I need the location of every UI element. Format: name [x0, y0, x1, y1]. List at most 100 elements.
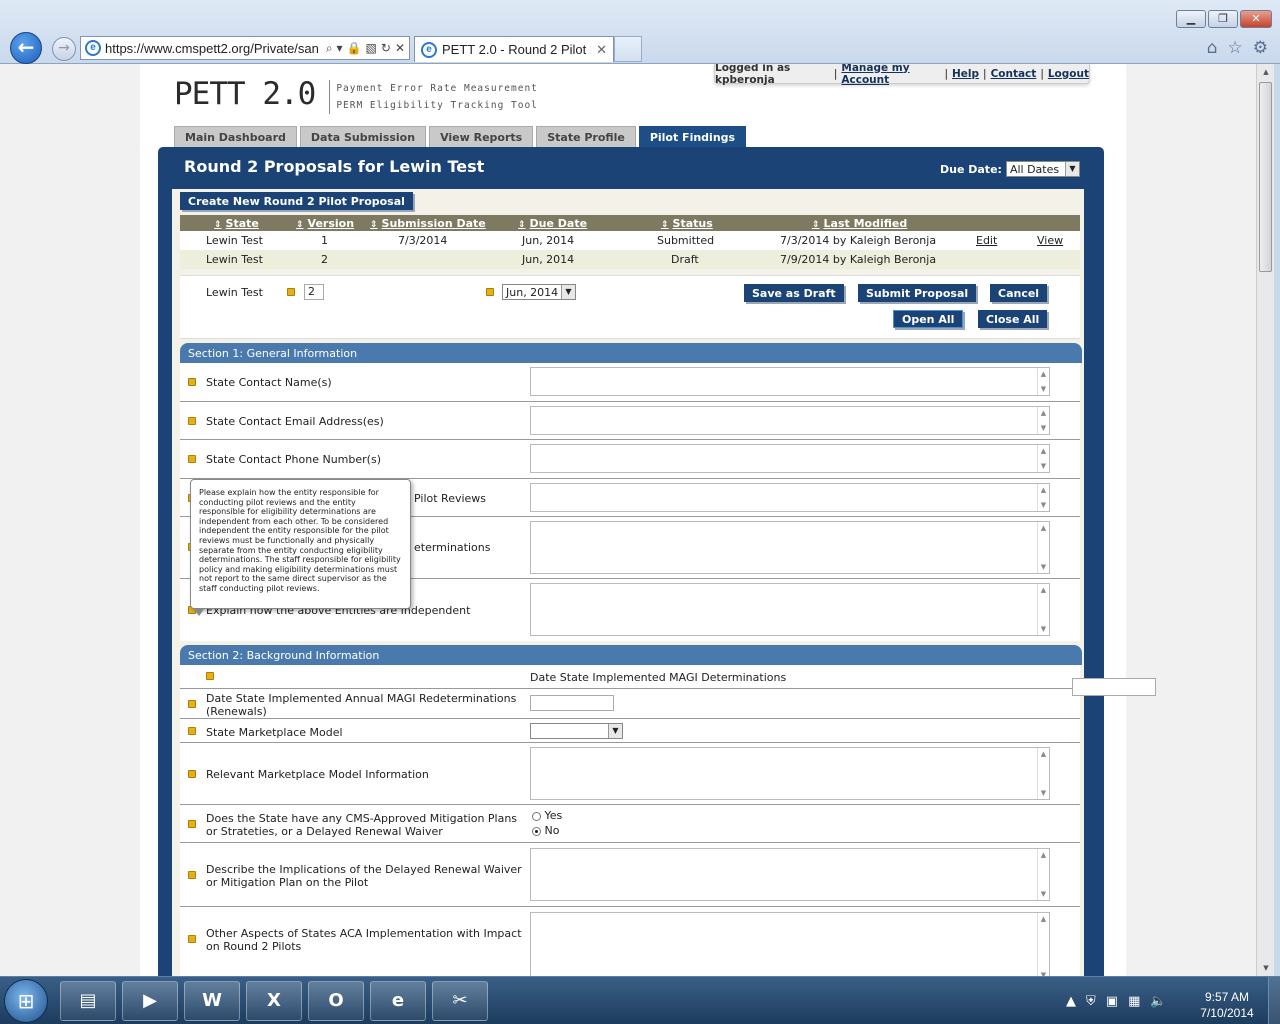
security-shield-icon[interactable]: ⛨ [1086, 994, 1096, 1009]
sort-icon[interactable]: ⇕ [812, 220, 820, 230]
favorites-star-icon[interactable]: ☆ [1228, 38, 1243, 58]
radio-no-option[interactable]: No [532, 824, 559, 837]
sort-icon[interactable]: ⇕ [370, 220, 378, 230]
refresh-icon[interactable]: ↻ [381, 41, 391, 56]
contact-link[interactable]: Contact [991, 68, 1037, 80]
col-status-label[interactable]: Status [673, 217, 713, 230]
scrollbar[interactable]: ▲ ▼ [1037, 484, 1049, 511]
col-last-modified[interactable]: ⇕ Last Modified [812, 217, 907, 230]
submit-proposal-button[interactable]: Submit Proposal [858, 284, 977, 302]
tab-main-dashboard[interactable]: Main Dashboard [174, 126, 297, 148]
radio-yes[interactable] [532, 811, 541, 821]
tab-close-icon[interactable]: ✕ [596, 42, 613, 58]
excel-icon[interactable]: X [246, 981, 302, 1021]
scroll-up-icon[interactable]: ▲ [1257, 64, 1275, 80]
determinations-textarea[interactable]: ▲ ▼ [530, 521, 1050, 574]
sort-icon[interactable]: ⇕ [518, 220, 526, 230]
show-hidden-icons-icon[interactable]: ▲ [1066, 994, 1076, 1009]
view-link-text[interactable]: View [1037, 234, 1063, 247]
cancel-button[interactable]: Cancel [990, 284, 1048, 302]
tab-view-reports[interactable]: View Reports [429, 126, 534, 148]
volume-icon[interactable]: 🔈 [1150, 994, 1166, 1009]
address-url[interactable]: https://www.cmspett2.org/Private/san [105, 41, 322, 56]
sort-icon[interactable]: ⇕ [214, 220, 222, 230]
scrollbar[interactable]: ▲ ▼ [1037, 522, 1049, 573]
scrollbar[interactable]: ▲ ▼ [1037, 407, 1049, 434]
col-modified-label[interactable]: Last Modified [824, 217, 908, 230]
help-link[interactable]: Help [952, 68, 979, 80]
logout-link[interactable]: Logout [1048, 68, 1089, 80]
sort-icon[interactable]: ⇕ [296, 220, 304, 230]
annual-redet-date-input[interactable] [530, 695, 614, 711]
col-due-label[interactable]: Due Date [530, 217, 588, 230]
edit-link[interactable]: Edit [976, 234, 997, 247]
other-aspects-textarea[interactable]: ▲ ▼ [530, 912, 1050, 976]
tab-data-submission[interactable]: Data Submission [299, 126, 427, 148]
contact-email-textarea[interactable]: ▲ ▼ [530, 406, 1050, 435]
new-tab-button[interactable] [614, 36, 642, 62]
manage-account-link[interactable]: Manage my Account [841, 64, 940, 86]
view-link[interactable]: View [1037, 234, 1063, 247]
scrollbar[interactable]: ▲ ▼ [1037, 584, 1049, 635]
internet-explorer-icon[interactable]: e [370, 981, 426, 1021]
marketplace-info-textarea[interactable]: ▲ ▼ [530, 747, 1050, 800]
home-icon[interactable]: ⌂ [1207, 38, 1218, 58]
section-1-header[interactable]: Section 1: General Information [180, 343, 1082, 363]
dropdown-icon[interactable]: ▾ [337, 41, 343, 56]
scrollbar[interactable]: ▲ ▼ [1037, 368, 1049, 395]
section-2-header[interactable]: Section 2: Background Information [180, 645, 1082, 665]
snipping-tool-icon[interactable]: ✂ [432, 981, 488, 1021]
col-version-label[interactable]: Version [308, 217, 355, 230]
open-all-button[interactable]: Open All [893, 310, 964, 328]
minimize-button[interactable]: ▁ [1176, 10, 1206, 28]
network-icon[interactable]: ▦ [1128, 994, 1140, 1009]
radio-yes-option[interactable]: Yes [532, 809, 562, 822]
col-status[interactable]: ⇕ Status [661, 217, 713, 230]
scrollbar[interactable]: ▲ ▼ [1037, 748, 1049, 799]
folder-icon[interactable]: ▤ [60, 981, 116, 1021]
tab-pilot-findings[interactable]: Pilot Findings [638, 126, 747, 148]
col-version[interactable]: ⇕ Version [296, 217, 354, 230]
chevron-down-icon[interactable]: ▼ [608, 724, 622, 738]
due-date-select[interactable]: All Dates ▼ [1005, 161, 1080, 177]
marketplace-model-select[interactable]: ▼ [530, 723, 623, 739]
col-state-label[interactable]: State [226, 217, 259, 230]
pilot-reviews-textarea[interactable]: ▲ ▼ [530, 483, 1050, 512]
gear-icon[interactable]: ⚙ [1253, 38, 1268, 58]
contact-phone-textarea[interactable]: ▲ ▼ [530, 444, 1050, 473]
word-icon[interactable]: W [184, 981, 240, 1021]
version-input[interactable]: 2 [304, 284, 324, 300]
editor-due-select[interactable]: Jun, 2014 ▼ [502, 284, 576, 300]
scroll-thumb[interactable] [1259, 82, 1272, 272]
tab-title[interactable]: PETT 2.0 - Round 2 Pilot Pr... [442, 42, 591, 57]
stop-icon[interactable]: ✕ [395, 41, 405, 56]
search-icon[interactable]: ⌕ [326, 41, 333, 56]
windows-start-icon[interactable]: ⊞ [4, 979, 48, 1023]
col-state[interactable]: ⇕ State [214, 217, 259, 230]
col-submission-label[interactable]: Submission Date [382, 217, 486, 230]
browser-tab[interactable]: e PETT 2.0 - Round 2 Pilot Pr... ✕ [414, 36, 614, 62]
sort-icon[interactable]: ⇕ [661, 220, 669, 230]
save-draft-button[interactable]: Save as Draft [744, 284, 844, 302]
show-desktop-button[interactable] [1268, 977, 1280, 1024]
create-proposal-button[interactable]: Create New Round 2 Pilot Proposal [180, 192, 413, 210]
radio-no[interactable] [532, 826, 541, 836]
scrollbar[interactable]: ▲ ▼ [1037, 445, 1049, 472]
contact-name-textarea[interactable]: ▲ ▼ [530, 367, 1050, 396]
system-clock[interactable]: 9:57 AM 7/10/2014 [1196, 989, 1258, 1021]
compat-view-icon[interactable]: ▧ [366, 41, 377, 56]
tab-state-profile[interactable]: State Profile [536, 126, 636, 148]
forward-arrow-icon[interactable]: → [52, 37, 76, 61]
restore-button[interactable]: ❐ [1208, 10, 1238, 28]
close-all-button[interactable]: Close All [978, 310, 1048, 328]
col-submission-date[interactable]: ⇕ Submission Date [370, 217, 486, 230]
col-due-date[interactable]: ⇕ Due Date [518, 217, 587, 230]
back-arrow-icon[interactable]: ← [10, 32, 42, 64]
address-bar[interactable]: e https://www.cmspett2.org/Private/san ⌕… [80, 36, 410, 60]
chevron-down-icon[interactable]: ▼ [1064, 162, 1079, 176]
scroll-down-icon[interactable]: ▼ [1257, 960, 1275, 976]
magi-date-input[interactable] [1072, 678, 1156, 696]
implications-textarea[interactable]: ▲ ▼ [530, 848, 1050, 901]
scrollbar[interactable]: ▲ ▼ [1037, 849, 1049, 900]
close-window-button[interactable]: ✕ [1240, 10, 1272, 28]
